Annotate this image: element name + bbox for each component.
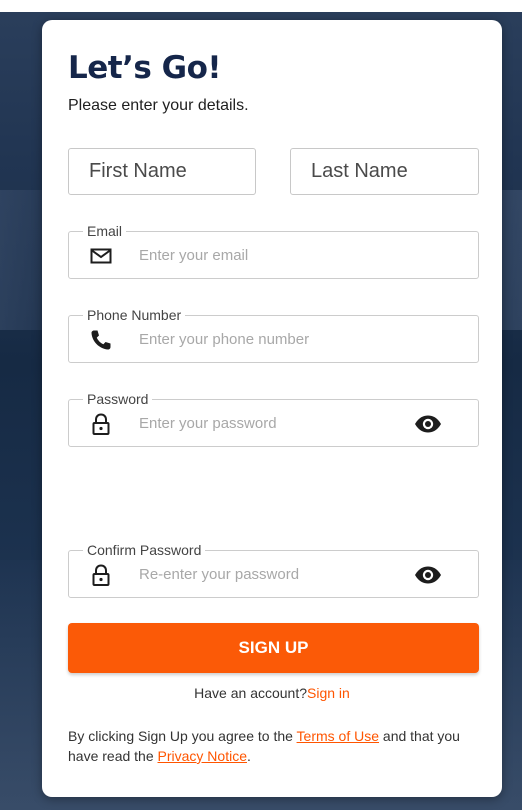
terms-suffix: . [246,748,251,764]
sign-up-button[interactable]: SIGN UP [68,623,479,673]
eye-icon[interactable] [413,412,443,436]
lock-icon [92,564,110,586]
eye-icon[interactable] [413,563,443,587]
email-label: Email [83,222,127,240]
sign-in-link[interactable]: Sign in [307,685,350,701]
phone-field: Phone Number [68,306,479,363]
first-name-input[interactable] [69,149,255,194]
page-subtitle: Please enter your details. [68,97,249,114]
signup-card: Let’s Go! Please enter your details. Ema… [42,20,502,797]
phone-input[interactable] [139,316,389,362]
page-title: Let’s Go! [68,50,222,86]
phone-icon [91,330,111,350]
last-name-input[interactable] [291,149,478,194]
envelope-icon [90,248,112,264]
email-input[interactable] [139,232,389,278]
terms-prefix: By clicking Sign Up you agree to the [68,728,297,744]
terms-notice: By clicking Sign Up you agree to the Ter… [68,726,488,766]
page-top-strip [0,0,522,12]
confirm-password-input[interactable] [139,551,389,597]
first-name-box [68,148,256,195]
terms-of-use-link[interactable]: Terms of Use [297,728,379,744]
confirm-password-field: Confirm Password [68,541,479,598]
email-field: Email [68,222,479,279]
privacy-notice-link[interactable]: Privacy Notice [158,748,247,764]
have-account-line: Have an account?Sign in [42,685,502,701]
have-account-text: Have an account? [194,685,308,701]
password-input[interactable] [139,400,389,446]
password-field: Password [68,390,479,447]
last-name-box [290,148,479,195]
lock-icon [92,413,110,435]
